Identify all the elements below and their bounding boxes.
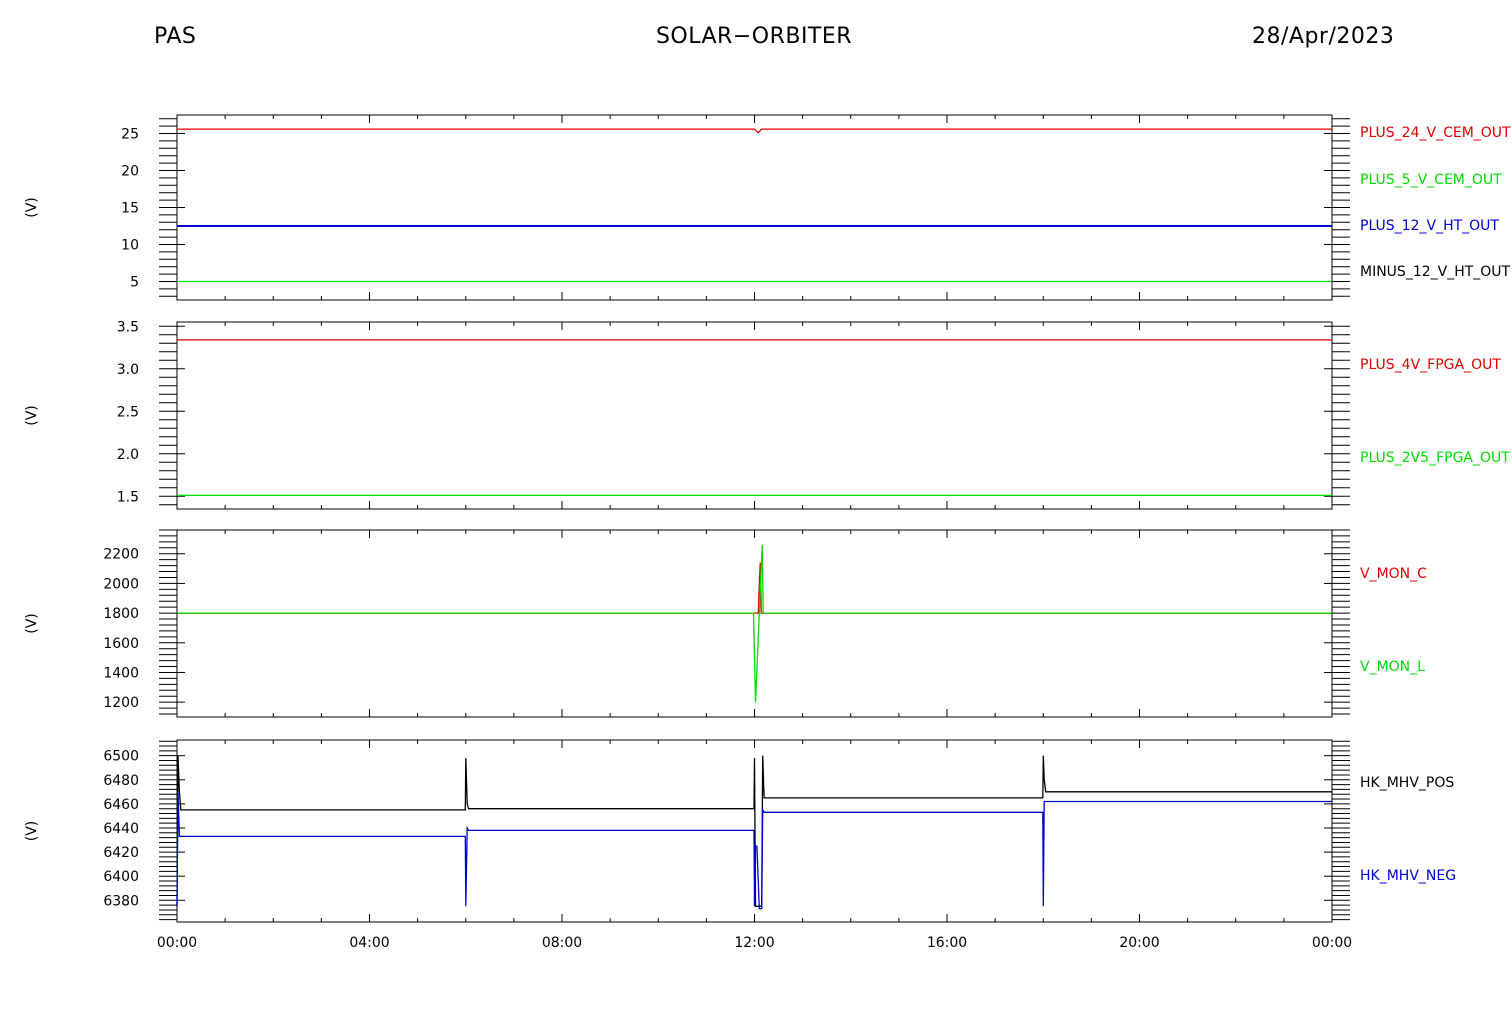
plot-frame (176, 529, 1333, 718)
legend-label: PLUS_2V5_FPGA_OUT (1360, 450, 1510, 466)
x-tick-label: 08:00 (542, 935, 582, 951)
y-tick-label: 6480 (103, 773, 139, 789)
y-tick-label: 6500 (103, 749, 139, 765)
x-tick-label: 12:00 (734, 935, 774, 951)
y-axis-label: (V) (24, 405, 40, 426)
legend-label: HK_MHV_POS (1360, 775, 1454, 791)
series-line-plus_24_v_cem_out (177, 128, 1332, 134)
x-tick-label: 00:00 (157, 935, 197, 951)
y-axis-label: (V) (24, 613, 40, 634)
y-tick-label: 1400 (103, 665, 139, 681)
y-tick-label: 6400 (103, 869, 139, 885)
x-tick-label: 04:00 (349, 935, 389, 951)
legend-label: PLUS_4V_FPGA_OUT (1360, 357, 1501, 373)
y-axis-label: (V) (24, 197, 40, 218)
legend-label: PLUS_24_V_CEM_OUT (1360, 125, 1511, 141)
y-tick-label: 20 (121, 164, 139, 180)
y-tick-label: 1200 (103, 695, 139, 711)
series-line-v_mon_c (177, 562, 1332, 614)
x-tick-label: 00:00 (1312, 935, 1352, 951)
legend-label: V_MON_L (1360, 659, 1425, 675)
y-tick-label: 10 (121, 238, 139, 254)
y-tick-label: 6420 (103, 845, 139, 861)
y-tick-label: 1600 (103, 636, 139, 652)
x-tick-label: 20:00 (1119, 935, 1159, 951)
legend-label: V_MON_C (1360, 566, 1427, 582)
y-tick-label: 2000 (103, 576, 139, 592)
y-tick-label: 3.5 (117, 319, 139, 335)
y-tick-label: 25 (121, 127, 139, 143)
legend-label: PLUS_12_V_HT_OUT (1360, 218, 1499, 234)
y-tick-label: 1.5 (117, 489, 139, 505)
y-tick-label: 2200 (103, 547, 139, 563)
x-tick-label: 16:00 (927, 935, 967, 951)
y-tick-label: 2.5 (117, 404, 139, 420)
y-tick-label: 6440 (103, 821, 139, 837)
y-tick-label: 6380 (103, 893, 139, 909)
y-tick-label: 1800 (103, 606, 139, 622)
plot-frame (176, 321, 1333, 510)
y-tick-label: 2.0 (117, 447, 139, 463)
y-axis-label: (V) (24, 821, 40, 842)
legend-label: MINUS_12_V_HT_OUT (1360, 264, 1511, 280)
y-tick-label: 3.0 (117, 362, 139, 378)
stacked-timeseries-plots: 5 10 15 20 25 (V) PLUS_24_V_CEM_OUT PLUS_5_V_CE… (24, 114, 1511, 951)
y-tick-label: 5 (130, 275, 139, 291)
y-tick-label: 15 (121, 201, 139, 217)
series-line-v_mon_l (177, 544, 1332, 703)
legend-label: HK_MHV_NEG (1360, 868, 1456, 884)
y-tick-label: 6460 (103, 797, 139, 813)
plot-frame (176, 114, 1333, 301)
legend-label: PLUS_5_V_CEM_OUT (1360, 172, 1502, 188)
